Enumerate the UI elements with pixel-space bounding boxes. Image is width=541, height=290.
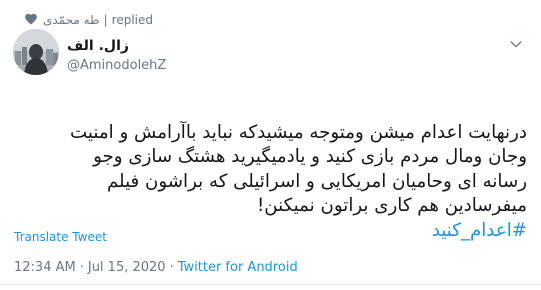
- translate-tweet-link[interactable]: Translate Tweet: [14, 230, 107, 244]
- tweet-client[interactable]: Twitter for Android: [178, 260, 298, 275]
- reply-context-status: replied: [111, 13, 153, 27]
- heart-icon: [25, 13, 37, 25]
- tweet-body: درنهایت اعدام میشن ومتوجه میشیدکه نباید …: [70, 121, 527, 217]
- chevron-down-icon[interactable]: [508, 36, 524, 52]
- reply-context-user[interactable]: طه محمّدی: [43, 13, 100, 27]
- avatar-image: [13, 29, 59, 75]
- meta-separator: ·: [169, 260, 174, 275]
- tweet-time[interactable]: 12:34 AM: [14, 260, 76, 275]
- author-name[interactable]: زال. الف: [67, 37, 166, 55]
- avatar[interactable]: [13, 29, 59, 75]
- tweet-meta: 12:34 AM · Jul 15, 2020 · Twitter for An…: [14, 260, 298, 275]
- tweet-card: طه محمّدی | replied زال. الف @Aminodoleh…: [0, 0, 541, 290]
- tweet-date[interactable]: Jul 15, 2020: [88, 260, 166, 275]
- divider: [0, 284, 541, 285]
- meta-separator: ·: [79, 260, 84, 275]
- reply-context: طه محمّدی | replied: [25, 10, 153, 30]
- author: زال. الف @AminodolehZ: [67, 37, 166, 74]
- reply-context-separator: |: [103, 13, 108, 27]
- author-handle[interactable]: @AminodolehZ: [67, 58, 166, 74]
